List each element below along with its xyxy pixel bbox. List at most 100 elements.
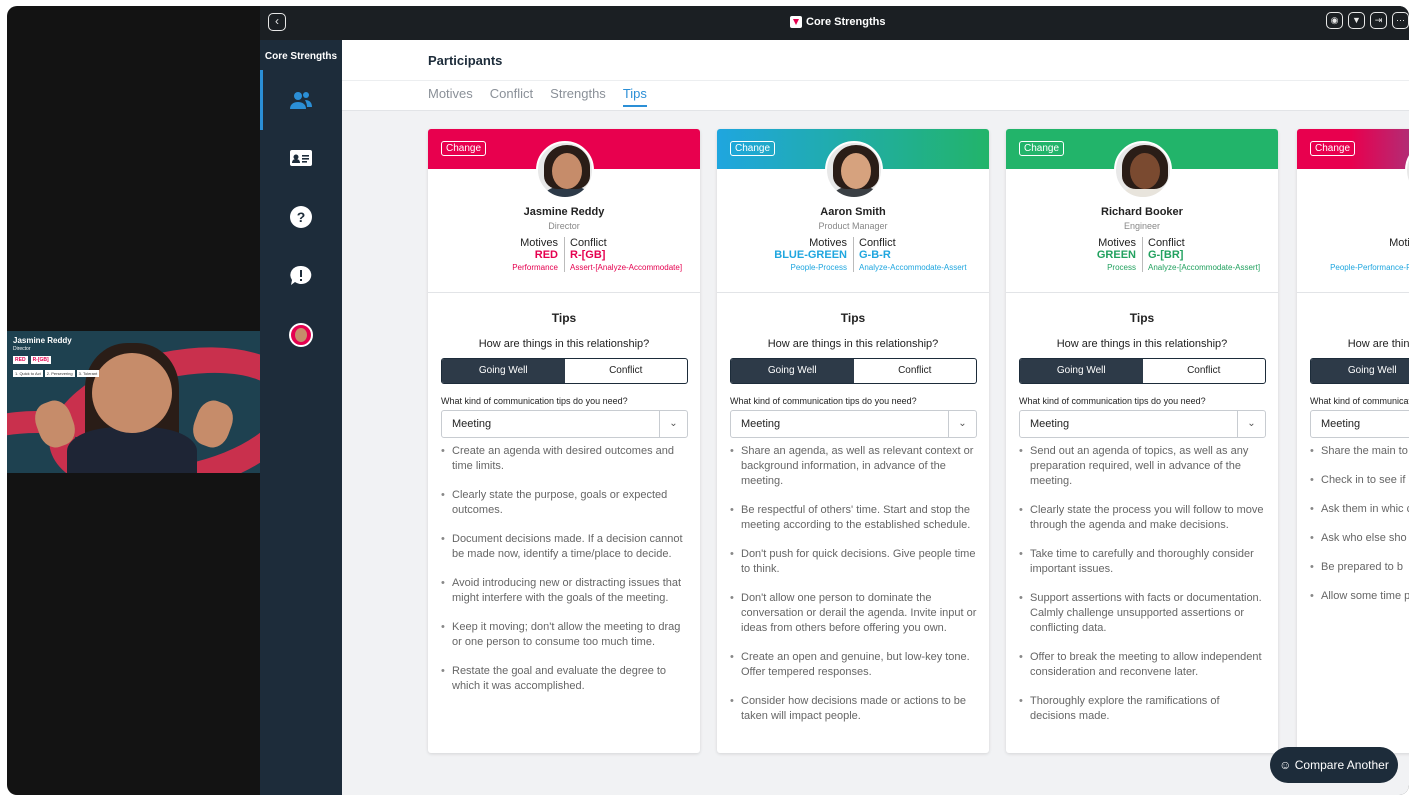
tips-type-dropdown[interactable]: Meeting⌄ <box>730 410 977 438</box>
camera-icon[interactable]: ◉ <box>1326 12 1343 29</box>
change-button[interactable]: Change <box>1310 141 1356 156</box>
tip-item: Create an agenda with desired outcomes a… <box>441 444 688 474</box>
tips-type-label: What kind of communication tips do you n… <box>441 396 628 406</box>
video-badge-motive: RED <box>13 356 28 364</box>
video-tag: 2. Persevering <box>44 370 75 377</box>
motives-label: Motives <box>809 237 847 249</box>
tips-heading: Tips <box>840 311 866 325</box>
video-role: Director <box>13 346 31 352</box>
tips-list: Send out an agenda of topics, as well as… <box>1019 444 1266 738</box>
conflict-value: G-[BR] <box>1148 249 1184 261</box>
motive-value: BLUE-GREEN <box>774 249 847 261</box>
tip-item: Consider how decisions made or actions t… <box>730 694 977 724</box>
tab-motives[interactable]: Motives <box>428 86 473 107</box>
conflict-option[interactable]: Conflict <box>565 359 688 383</box>
participant-role: Director <box>548 221 580 231</box>
tip-item: Don't allow one person to dominate the c… <box>730 591 977 636</box>
conflict-value: R-[GB] <box>570 249 606 261</box>
tip-item: Document decisions made. If a decision c… <box>441 532 688 562</box>
tips-list: Share the main to other people sho meeti… <box>1310 444 1409 618</box>
tip-item: Clearly state the process you will follo… <box>1019 503 1266 533</box>
dropdown-value: Meeting <box>1030 418 1070 430</box>
relationship-question: How are things in this relationship? <box>1347 338 1409 350</box>
profile-card-icon[interactable] <box>289 146 313 170</box>
dropdown-value: Meeting <box>452 418 492 430</box>
going-well-option[interactable]: Going Well <box>1020 359 1143 383</box>
participants-icon[interactable] <box>289 88 313 112</box>
going-well-option[interactable]: Going Well <box>1311 359 1409 383</box>
participant-name: Dor <box>1297 206 1409 218</box>
change-button[interactable]: Change <box>730 141 776 156</box>
tips-heading: Tips <box>551 311 577 325</box>
back-button[interactable]: ‹ <box>268 13 286 31</box>
participant-role: Mar <box>1297 221 1409 231</box>
relationship-question: How are things in this relationship? <box>1056 338 1228 350</box>
motive-sub: Process <box>1107 263 1136 272</box>
tip-item: Keep it moving; don't allow the meeting … <box>441 620 688 650</box>
tips-type-dropdown[interactable]: Meeting⌄ <box>1310 410 1409 438</box>
conflict-sub: Assert-[Analyze-Accommodate] <box>570 263 683 272</box>
feedback-icon[interactable] <box>289 264 313 288</box>
relationship-toggle: Going WellConflict <box>441 358 688 384</box>
exit-icon[interactable]: ⇥ <box>1370 12 1387 29</box>
tip-item: Clearly state the purpose, goals or expe… <box>441 488 688 518</box>
user-avatar[interactable] <box>289 323 313 347</box>
conflict-option[interactable]: Conflict <box>854 359 977 383</box>
title-bar: ‹ Core Strengths ◉ ▼ ⇥ ⋯ <box>260 6 1409 40</box>
conflict-sub: Analyze-Accommodate-Assert <box>859 263 967 272</box>
video-tag: 3. Tolerant <box>76 370 100 377</box>
tips-type-label: What kind of communication tips do you n… <box>730 396 917 406</box>
tab-bar: Motives Conflict Strengths Tips <box>428 86 647 107</box>
participant-card: Change Jasmine Reddy Director Motives RED… <box>428 129 700 753</box>
more-icon[interactable]: ⋯ <box>1392 12 1409 29</box>
motive-value: RED <box>534 249 558 261</box>
conflict-label: Conflict <box>1148 237 1185 249</box>
tip-item: Don't push for quick decisions. Give peo… <box>730 547 977 577</box>
participant-role: Product Manager <box>818 221 888 231</box>
conflict-label: Conflict <box>859 237 896 249</box>
relationship-question: How are things in this relationship? <box>767 338 939 350</box>
help-icon[interactable]: ? <box>289 205 313 229</box>
tips-type-label: What kind of communication tips do you n… <box>1019 396 1206 406</box>
sidebar: Core Strengths ? <box>260 40 342 795</box>
conflict-label: Conflict <box>570 237 607 249</box>
tip-item: Send out an agenda of topics, as well as… <box>1019 444 1266 489</box>
video-tag: 1. Quick to Act <box>13 370 43 377</box>
change-button[interactable]: Change <box>441 141 487 156</box>
motives-label: Motives <box>1389 237 1409 249</box>
tip-item: Offer to break the meeting to allow inde… <box>1019 650 1266 680</box>
motive-value: GREEN <box>1096 249 1136 261</box>
going-well-option[interactable]: Going Well <box>442 359 565 383</box>
user-icon: ☺ <box>1279 758 1292 772</box>
tip-item: Create an open and genuine, but low-key … <box>730 650 977 680</box>
motive-sub: People-Process <box>790 263 847 272</box>
participant-card: Change Dor Mar MotivesH People-Performanc… <box>1297 129 1409 753</box>
tip-item: Check in to see if recent events are <box>1310 473 1409 488</box>
going-well-option[interactable]: Going Well <box>731 359 854 383</box>
app-window: Jasmine Reddy Director RED R-[GB] 1. Quic… <box>7 6 1409 795</box>
chevron-down-icon: ⌄ <box>659 411 687 437</box>
relationship-question: How are things in this relationship? <box>478 338 650 350</box>
page-title: Participants <box>428 53 503 68</box>
change-button[interactable]: Change <box>1019 141 1065 156</box>
conflict-option[interactable]: Conflict <box>1143 359 1266 383</box>
tips-heading: Tips <box>1129 311 1155 325</box>
tips-type-dropdown[interactable]: Meeting ⌄ <box>441 410 688 438</box>
filter-icon[interactable]: ▼ <box>1348 12 1365 29</box>
compare-another-button[interactable]: ☺ Compare Another <box>1270 747 1398 783</box>
participant-video: Jasmine Reddy Director RED R-[GB] 1. Quic… <box>7 331 260 473</box>
participant-name: Jasmine Reddy <box>523 206 605 218</box>
chevron-down-icon: ⌄ <box>948 411 976 437</box>
tips-list: Share an agenda, as well as relevant con… <box>730 444 977 738</box>
tab-conflict[interactable]: Conflict <box>490 86 533 107</box>
tips-type-dropdown[interactable]: Meeting ⌄ <box>1019 410 1266 438</box>
tab-tips[interactable]: Tips <box>622 86 647 107</box>
tip-item: Allow some time playfulness or fur <box>1310 589 1409 604</box>
relationship-toggle: Going WellConflict <box>730 358 977 384</box>
video-name: Jasmine Reddy <box>13 336 72 345</box>
tip-item: Share an agenda, as well as relevant con… <box>730 444 977 489</box>
tips-heading: Tips <box>1297 311 1409 325</box>
chevron-down-icon: ⌄ <box>1237 411 1265 437</box>
tab-strengths[interactable]: Strengths <box>550 86 606 107</box>
tip-item: Ask who else sho outcomes of the m <box>1310 531 1409 546</box>
